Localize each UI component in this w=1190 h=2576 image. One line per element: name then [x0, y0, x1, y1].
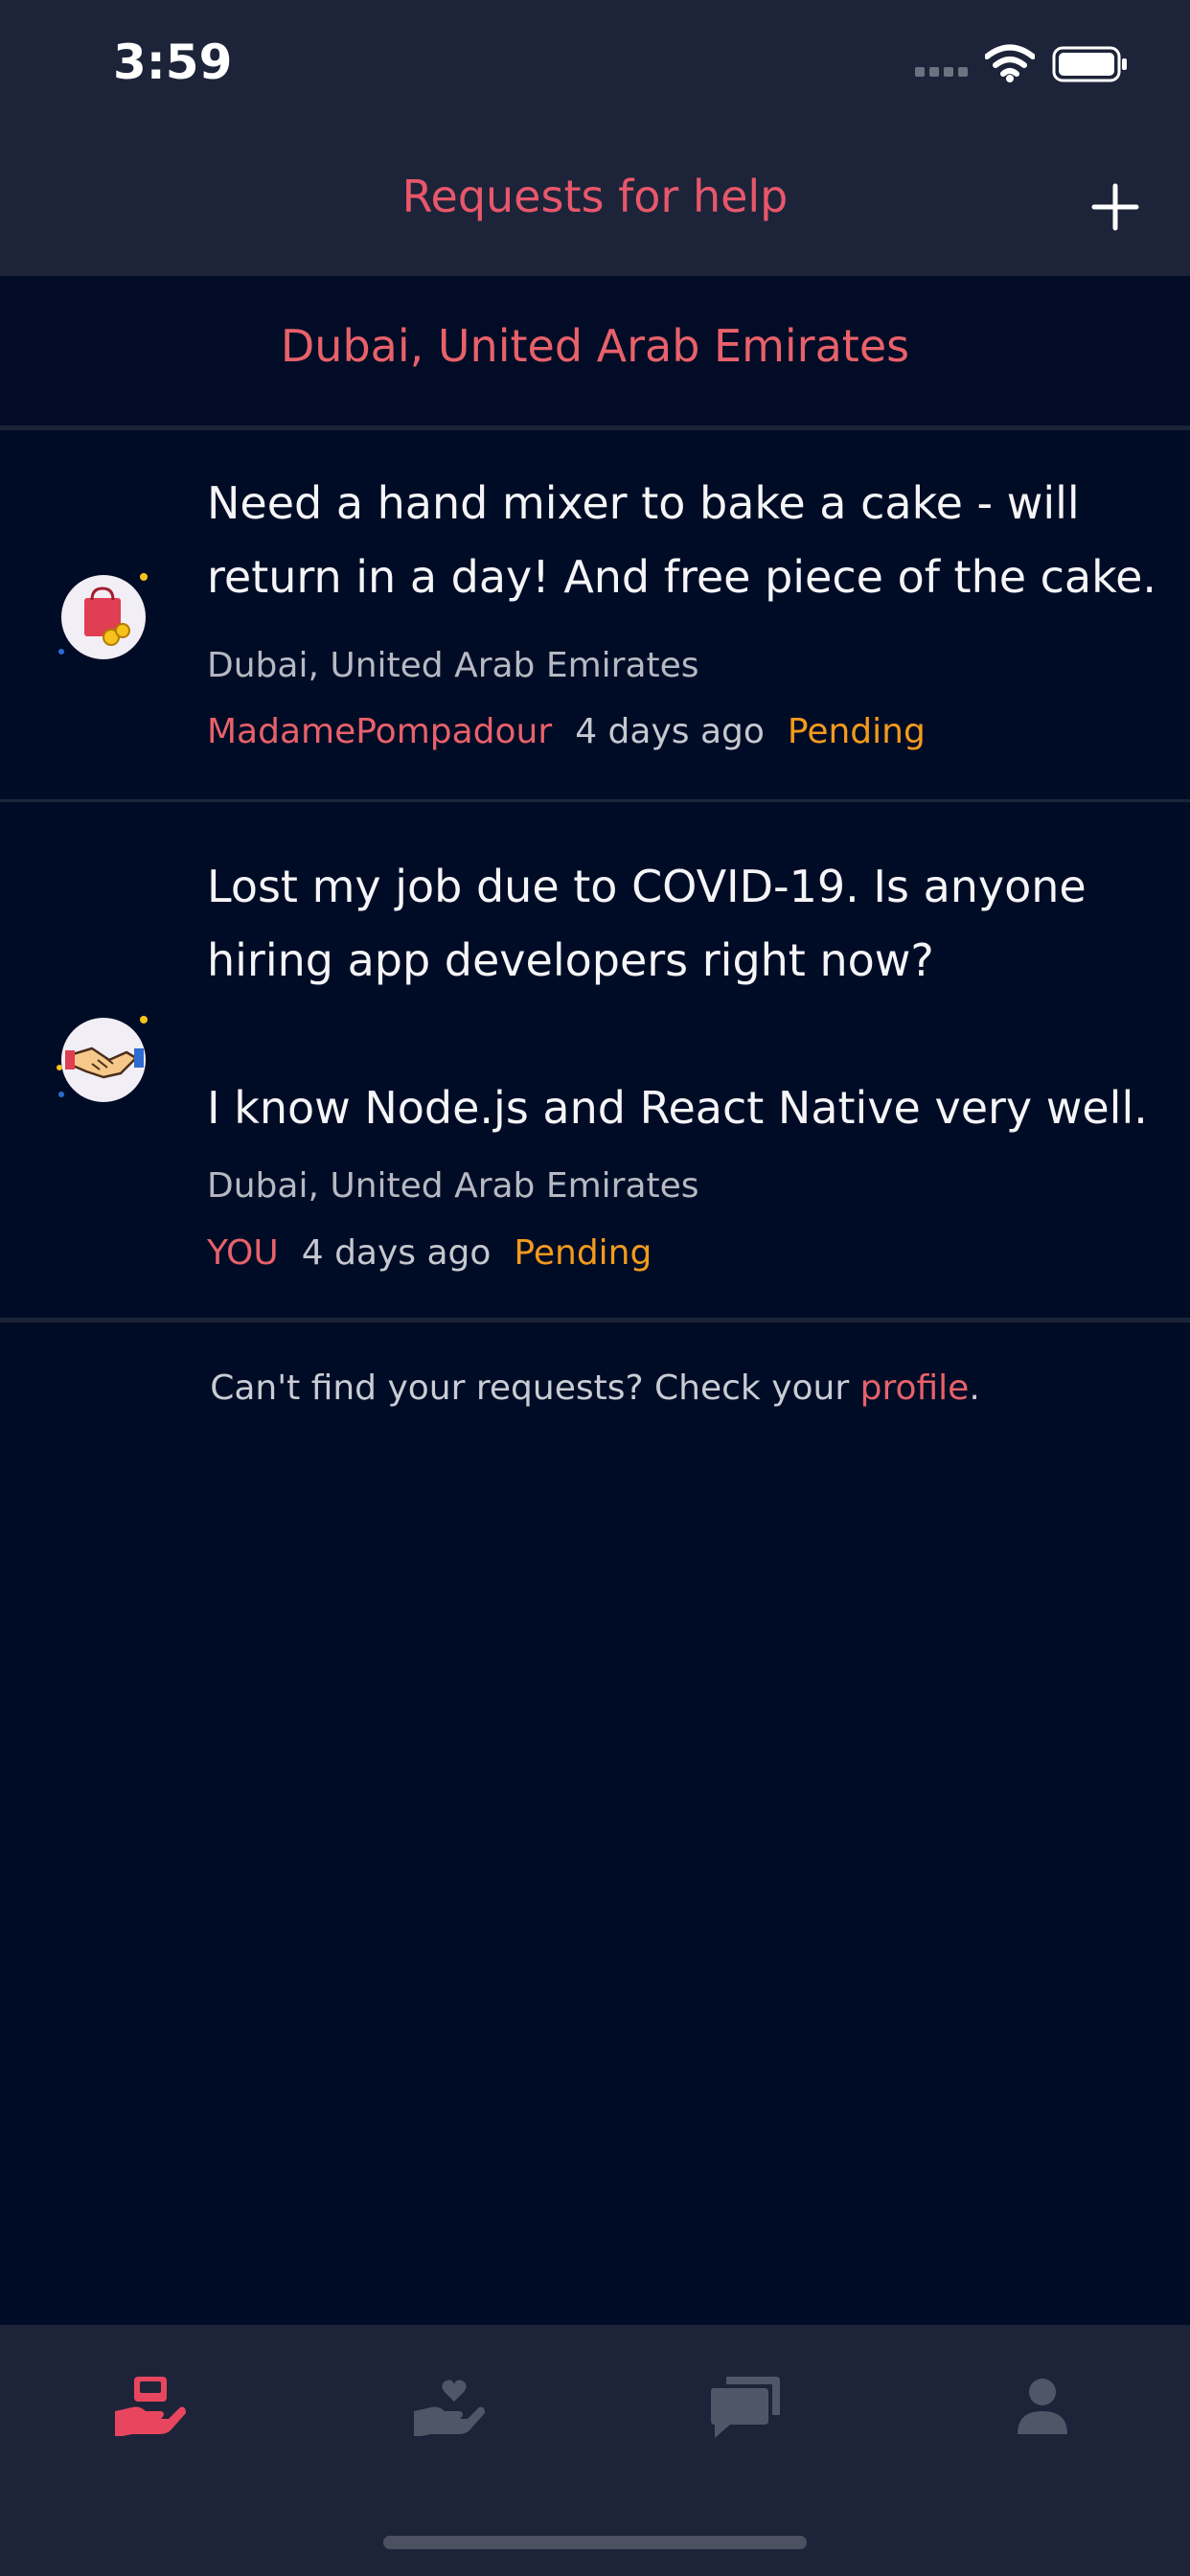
request-meta: YOU 4 days ago Pending: [207, 1233, 652, 1273]
request-location: Dubai, United Arab Emirates: [207, 1166, 699, 1206]
request-time: 4 days ago: [301, 1233, 492, 1273]
status-badge: Pending: [787, 712, 926, 751]
request-author[interactable]: YOU: [207, 1233, 279, 1273]
request-item[interactable]: Need a hand mixer to bake a cake - will …: [0, 430, 1190, 802]
heart-hand-icon[interactable]: [410, 2373, 487, 2440]
request-meta: MadamePompadour 4 days ago Pending: [207, 712, 926, 751]
shopping-bag-icon: [58, 573, 148, 659]
footer-suffix: .: [969, 1368, 980, 1408]
request-item[interactable]: Lost my job due to COVID-19. Is anyone h…: [0, 802, 1190, 1322]
status-bar: 3:59: [0, 0, 1190, 134]
request-time: 4 days ago: [575, 712, 765, 751]
footer-note: Can't find your requests? Check your pro…: [0, 1368, 1190, 1408]
home-indicator: [383, 2536, 807, 2549]
requests-hand-icon[interactable]: [111, 2373, 188, 2440]
navbar: Requests for help: [0, 134, 1190, 276]
messages-icon[interactable]: [705, 2373, 782, 2440]
footer-prefix: Can't find your requests? Check your: [210, 1368, 860, 1408]
status-badge: Pending: [514, 1233, 652, 1273]
request-location: Dubai, United Arab Emirates: [207, 646, 699, 685]
request-text: Need a hand mixer to bake a cake - will …: [207, 477, 1157, 603]
profile-link[interactable]: profile: [860, 1368, 970, 1408]
add-request-button[interactable]: [1085, 176, 1146, 238]
request-text: Lost my job due to COVID-19. Is anyone h…: [207, 861, 1148, 1134]
profile-icon[interactable]: [1004, 2373, 1081, 2440]
location-header[interactable]: Dubai, United Arab Emirates: [0, 276, 1190, 430]
location-title: Dubai, United Arab Emirates: [280, 320, 910, 372]
request-author[interactable]: MadamePompadour: [207, 712, 552, 751]
wifi-icon: [985, 44, 1035, 82]
status-time: 3:59: [113, 34, 233, 90]
cellular-signal-icon: [915, 67, 968, 77]
battery-icon: [1052, 46, 1127, 82]
page-title: Requests for help: [401, 171, 789, 222]
handshake-icon: [57, 1016, 148, 1102]
